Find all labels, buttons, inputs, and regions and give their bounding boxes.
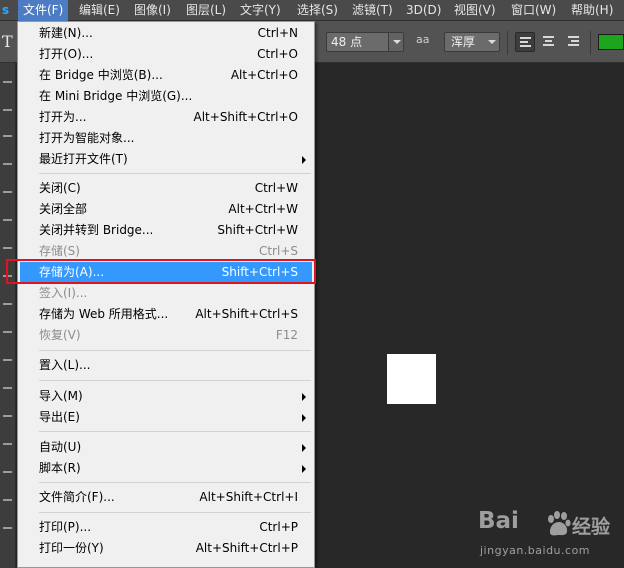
menu-item-new[interactable]: 新建(N)... Ctrl+N — [20, 23, 312, 44]
menu-item-close-all[interactable]: 关闭全部 Alt+Ctrl+W — [20, 199, 312, 220]
tool-button[interactable] — [3, 163, 12, 165]
tool-button[interactable] — [3, 499, 12, 501]
menu-item-check-in: 签入(I)... — [39, 286, 88, 300]
menu-separator — [39, 482, 311, 483]
menu-item-open-as[interactable]: 打开为... Alt+Shift+Ctrl+O — [20, 107, 312, 128]
menu-item-browse-bridge[interactable]: 在 Bridge 中浏览(B)... Alt+Ctrl+O — [20, 65, 312, 86]
menu-separator — [39, 512, 311, 513]
menu-filter[interactable]: 滤镜(T) — [347, 0, 398, 21]
menu-3d[interactable]: 3D(D) — [401, 0, 446, 21]
tool-button[interactable] — [3, 415, 12, 417]
font-size-dropdown-button[interactable] — [388, 33, 403, 51]
menu-item-place[interactable]: 置入(L)... — [20, 355, 312, 376]
menu-item-print[interactable]: 打印(P)... Ctrl+P — [20, 517, 312, 538]
submenu-arrow-icon — [302, 156, 306, 164]
menu-item-scripts[interactable]: 脚本(R) — [20, 458, 312, 479]
tool-button[interactable] — [3, 387, 12, 389]
submenu-arrow-icon — [302, 465, 306, 473]
tool-button[interactable] — [3, 527, 12, 529]
font-size-value: 48 点 — [331, 35, 363, 49]
menu-separator — [39, 173, 311, 174]
tool-button[interactable] — [3, 247, 12, 249]
menu-bar: s 文件(F) 编辑(E) 图像(I) 图层(L) 文字(Y) 选择(S) 滤镜… — [0, 0, 624, 21]
menu-layer[interactable]: 图层(L) — [181, 0, 231, 21]
menu-item-export[interactable]: 导出(E) — [20, 407, 312, 428]
menu-item-browse-mini-bridge[interactable]: 在 Mini Bridge 中浏览(G)... — [20, 86, 312, 107]
document-canvas[interactable] — [387, 354, 436, 404]
watermark-brand-text: 经验 — [572, 516, 611, 538]
menu-window[interactable]: 窗口(W) — [506, 0, 561, 21]
photoshop-logo-icon: s — [2, 3, 10, 17]
antialias-select[interactable]: 浑厚 — [444, 32, 500, 52]
menu-help[interactable]: 帮助(H) — [566, 0, 618, 21]
menu-separator — [39, 380, 311, 381]
font-size-select[interactable]: 48 点 — [326, 32, 404, 52]
align-left-button[interactable] — [515, 32, 535, 52]
menu-image[interactable]: 图像(I) — [129, 0, 176, 21]
tool-button[interactable] — [3, 471, 12, 473]
tool-button[interactable] — [3, 359, 12, 361]
menu-item-print-one-copy[interactable]: 打印一份(Y) Alt+Shift+Ctrl+P — [20, 538, 312, 559]
tools-panel — [0, 63, 16, 568]
menu-select[interactable]: 选择(S) — [292, 0, 343, 21]
menu-item-automate[interactable]: 自动(U) — [20, 437, 312, 458]
baidu-paw-icon — [548, 511, 571, 536]
submenu-arrow-icon — [302, 444, 306, 452]
tool-button[interactable] — [3, 331, 12, 333]
submenu-arrow-icon — [302, 414, 306, 422]
menu-item-save-for-web[interactable]: 存储为 Web 所用格式... Alt+Shift+Ctrl+S — [20, 304, 312, 325]
options-divider — [590, 31, 591, 55]
tool-button[interactable] — [3, 135, 12, 137]
menu-item-close[interactable]: 关闭(C) Ctrl+W — [20, 178, 312, 199]
antialias-value: 浑厚 — [451, 35, 476, 49]
type-tool-icon[interactable]: T — [2, 32, 13, 51]
menu-edit[interactable]: 编辑(E) — [74, 0, 125, 21]
menu-separator — [39, 350, 311, 351]
menu-item-open[interactable]: 打开(O)... Ctrl+O — [20, 44, 312, 65]
chevron-down-icon — [488, 40, 496, 44]
menu-item-save: 存储(S) Ctrl+S — [39, 244, 298, 258]
antialias-dropdown-button[interactable] — [484, 33, 499, 51]
menu-item-import[interactable]: 导入(M) — [20, 386, 312, 407]
menu-type[interactable]: 文字(Y) — [235, 0, 286, 21]
submenu-arrow-icon — [302, 393, 306, 401]
menu-file[interactable]: 文件(F) — [18, 0, 69, 21]
tool-button[interactable] — [3, 191, 12, 193]
antialias-icon: aa — [416, 33, 430, 46]
align-center-button[interactable] — [539, 32, 559, 52]
file-menu-dropdown: 新建(N)... Ctrl+N 打开(O)... Ctrl+O 在 Bridge… — [17, 21, 315, 568]
tool-button[interactable] — [3, 219, 12, 221]
align-right-button[interactable] — [563, 32, 583, 52]
menu-item-revert: 恢复(V) F12 — [39, 328, 298, 342]
menu-view[interactable]: 视图(V) — [449, 0, 501, 21]
watermark-url: jingyan.baidu.com — [480, 544, 591, 557]
tool-button[interactable] — [3, 303, 12, 305]
menu-item-recent-files[interactable]: 最近打开文件(T) — [20, 149, 312, 170]
options-divider — [507, 31, 508, 55]
menu-item-close-go-bridge[interactable]: 关闭并转到 Bridge... Shift+Ctrl+W — [20, 220, 312, 241]
text-color-swatch[interactable] — [598, 34, 624, 50]
chevron-down-icon — [393, 40, 401, 44]
tool-button[interactable] — [3, 109, 12, 111]
menu-item-save-as[interactable]: 存储为(A)... Shift+Ctrl+S — [20, 262, 312, 283]
baidu-jingyan-watermark: Bai 经验 jingyan.baidu.com — [478, 508, 624, 564]
tool-button[interactable] — [3, 81, 12, 83]
tool-button[interactable] — [3, 443, 12, 445]
menu-item-open-smart-object[interactable]: 打开为智能对象... — [20, 128, 312, 149]
menu-separator — [39, 431, 311, 432]
menu-item-file-info[interactable]: 文件简介(F)... Alt+Shift+Ctrl+I — [20, 487, 312, 508]
tool-button[interactable] — [3, 275, 12, 277]
watermark-logo-text: Bai — [478, 508, 519, 534]
